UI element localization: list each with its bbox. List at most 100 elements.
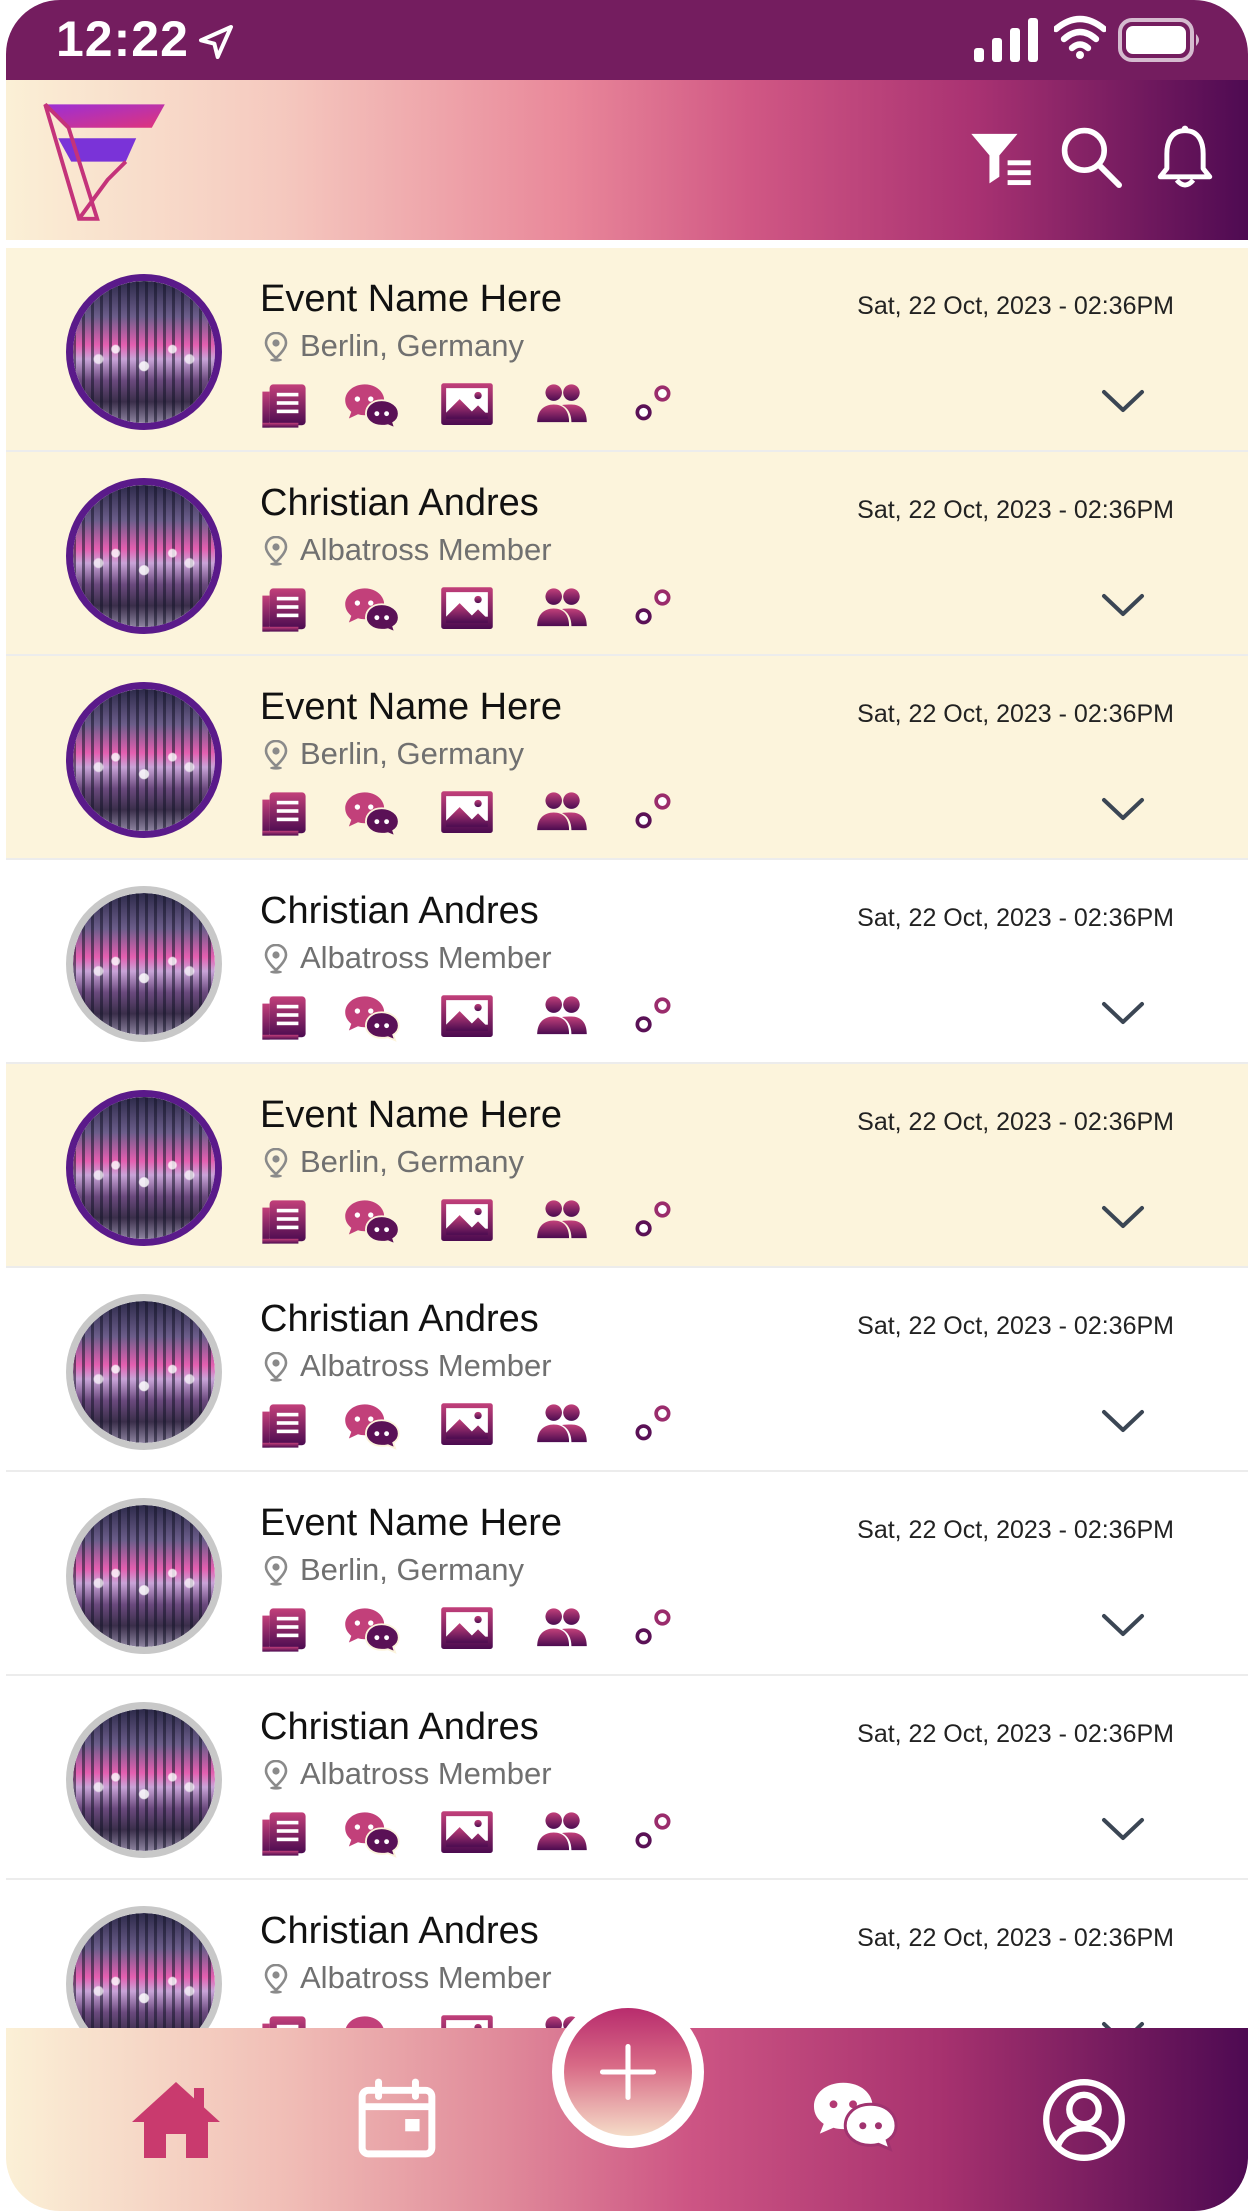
image-icon[interactable] — [440, 994, 494, 1042]
avatar-photo — [73, 1709, 215, 1851]
app-header — [6, 80, 1248, 240]
chat-bubbles-icon[interactable] — [344, 1198, 400, 1246]
item-date: Sat, 22 Oct, 2023 - 02:36PM — [857, 1312, 1174, 1340]
avatar[interactable] — [66, 1702, 222, 1858]
battery-icon — [1118, 18, 1199, 62]
document-list-icon[interactable] — [260, 1606, 308, 1654]
people-icon[interactable] — [536, 790, 588, 838]
profile-icon[interactable] — [1042, 2078, 1126, 2162]
sliders-icon[interactable] — [630, 790, 676, 838]
list-item[interactable]: Event Name Here Berlin, Germany Sat, 22 … — [6, 248, 1248, 452]
people-icon[interactable] — [536, 994, 588, 1042]
item-date: Sat, 22 Oct, 2023 - 02:36PM — [857, 1924, 1174, 1952]
chat-bubbles-icon[interactable] — [344, 994, 400, 1042]
item-title: Christian Andres — [260, 1298, 539, 1340]
chat-bubbles-icon[interactable] — [344, 1810, 400, 1858]
bell-icon[interactable] — [1152, 124, 1218, 190]
chevron-down-icon[interactable] — [1100, 1612, 1146, 1640]
image-icon[interactable] — [440, 1606, 494, 1654]
avatar-photo — [73, 1505, 215, 1647]
list-item[interactable]: Event Name Here Berlin, Germany Sat, 22 … — [6, 1064, 1248, 1268]
avatar[interactable] — [66, 1090, 222, 1246]
chevron-down-icon[interactable] — [1100, 1204, 1146, 1232]
people-icon[interactable] — [536, 1402, 588, 1450]
item-subtitle: Berlin, Germany — [300, 1144, 524, 1179]
avatar[interactable] — [66, 1498, 222, 1654]
location-pin-icon — [264, 1148, 288, 1178]
avatar[interactable] — [66, 478, 222, 634]
location-pin-icon — [264, 536, 288, 566]
chevron-down-icon[interactable] — [1100, 1816, 1146, 1844]
list-item[interactable]: Christian Andres Albatross Member Sat, 2… — [6, 452, 1248, 656]
avatar[interactable] — [66, 1294, 222, 1450]
chat-bubbles-icon[interactable] — [344, 1606, 400, 1654]
avatar[interactable] — [66, 274, 222, 430]
image-icon[interactable] — [440, 586, 494, 634]
document-list-icon[interactable] — [260, 586, 308, 634]
document-list-icon[interactable] — [260, 1198, 308, 1246]
avatar-photo — [73, 1301, 215, 1443]
avatar[interactable] — [66, 886, 222, 1042]
document-list-icon[interactable] — [260, 994, 308, 1042]
people-icon[interactable] — [536, 1810, 588, 1858]
chevron-down-icon[interactable] — [1100, 1000, 1146, 1028]
item-title: Event Name Here — [260, 1094, 563, 1136]
item-subtitle: Albatross Member — [300, 1348, 552, 1383]
location-pin-icon — [264, 944, 288, 974]
list-item[interactable]: Christian Andres Albatross Member Sat, 2… — [6, 860, 1248, 1064]
calendar-icon[interactable] — [356, 2078, 438, 2160]
chat-bubbles-icon[interactable] — [344, 790, 400, 838]
document-list-icon[interactable] — [260, 1810, 308, 1858]
sliders-icon[interactable] — [630, 994, 676, 1042]
item-title: Event Name Here — [260, 1502, 563, 1544]
sliders-icon[interactable] — [630, 1606, 676, 1654]
avatar[interactable] — [66, 682, 222, 838]
people-icon[interactable] — [536, 382, 588, 430]
list-item[interactable]: Event Name Here Berlin, Germany Sat, 22 … — [6, 656, 1248, 860]
chat-bubbles-icon[interactable] — [812, 2078, 898, 2154]
status-bar: 12:22 — [6, 0, 1248, 80]
brand-logo-icon[interactable] — [40, 94, 170, 224]
people-icon[interactable] — [536, 1198, 588, 1246]
row-actions — [260, 1198, 700, 1246]
chat-bubbles-icon[interactable] — [344, 382, 400, 430]
sliders-icon[interactable] — [630, 586, 676, 634]
chat-bubbles-icon[interactable] — [344, 1402, 400, 1450]
list-item[interactable]: Event Name Here Berlin, Germany Sat, 22 … — [6, 1472, 1248, 1676]
image-icon[interactable] — [440, 1810, 494, 1858]
chevron-down-icon[interactable] — [1100, 592, 1146, 620]
row-actions — [260, 1402, 700, 1450]
search-icon[interactable] — [1058, 124, 1124, 190]
sliders-icon[interactable] — [630, 1402, 676, 1450]
chat-bubbles-icon[interactable] — [344, 586, 400, 634]
list-item[interactable]: Christian Andres Albatross Member Sat, 2… — [6, 1268, 1248, 1472]
filter-funnel-icon[interactable] — [968, 124, 1034, 190]
add-button[interactable] — [564, 2008, 692, 2136]
people-icon[interactable] — [536, 586, 588, 634]
chevron-down-icon[interactable] — [1100, 1408, 1146, 1436]
item-subtitle: Albatross Member — [300, 1756, 552, 1791]
image-icon[interactable] — [440, 1198, 494, 1246]
image-icon[interactable] — [440, 1402, 494, 1450]
row-actions — [260, 790, 700, 838]
sliders-icon[interactable] — [630, 382, 676, 430]
image-icon[interactable] — [440, 790, 494, 838]
sliders-icon[interactable] — [630, 1810, 676, 1858]
list-item[interactable]: Christian Andres Albatross Member Sat, 2… — [6, 1676, 1248, 1880]
item-subtitle: Berlin, Germany — [300, 328, 524, 363]
item-date: Sat, 22 Oct, 2023 - 02:36PM — [857, 1516, 1174, 1544]
chevron-down-icon[interactable] — [1100, 796, 1146, 824]
item-date: Sat, 22 Oct, 2023 - 02:36PM — [857, 1108, 1174, 1136]
location-arrow-icon — [199, 25, 233, 59]
location-pin-icon — [264, 740, 288, 770]
document-list-icon[interactable] — [260, 1402, 308, 1450]
row-actions — [260, 1810, 700, 1858]
image-icon[interactable] — [440, 382, 494, 430]
people-icon[interactable] — [536, 1606, 588, 1654]
document-list-icon[interactable] — [260, 790, 308, 838]
chevron-down-icon[interactable] — [1100, 388, 1146, 416]
home-icon[interactable] — [128, 2078, 224, 2162]
location-pin-icon — [264, 1556, 288, 1586]
sliders-icon[interactable] — [630, 1198, 676, 1246]
document-list-icon[interactable] — [260, 382, 308, 430]
